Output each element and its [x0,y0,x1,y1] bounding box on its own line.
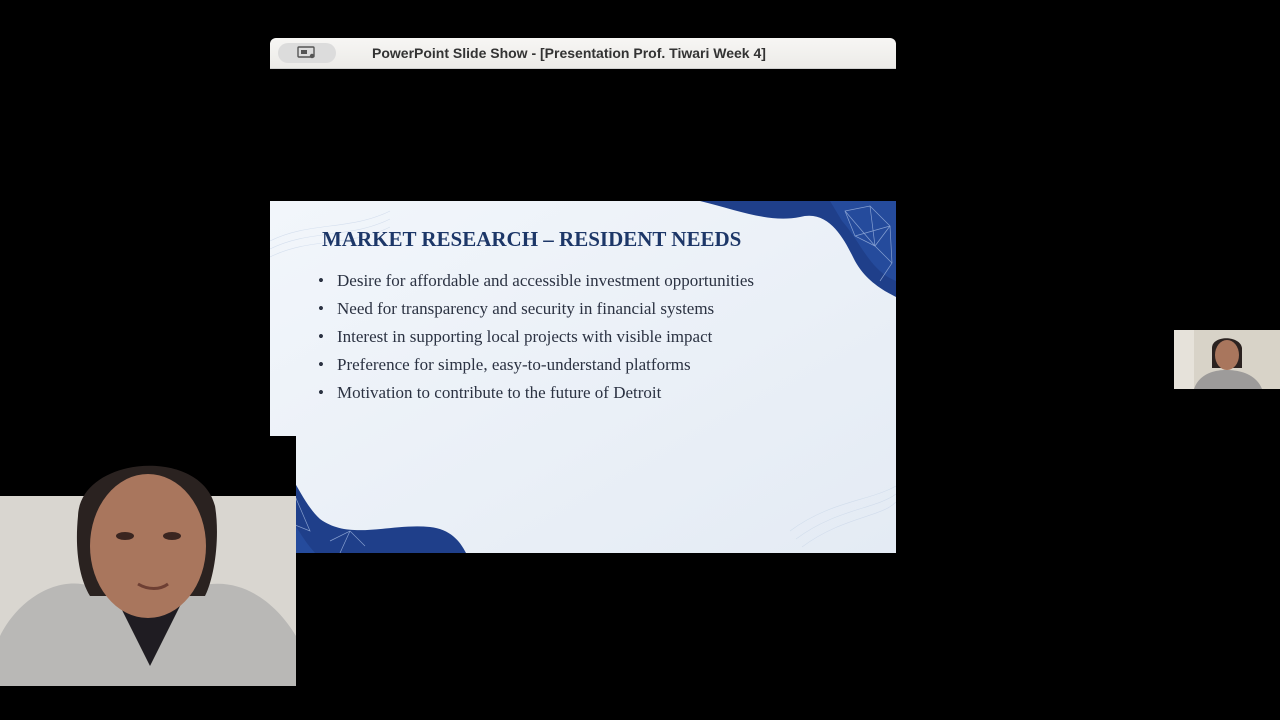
bullet-marker: • [318,383,324,402]
bullet-text: Interest in supporting local projects wi… [337,327,713,346]
bullet-text: Preference for simple, easy-to-understan… [337,355,691,374]
window-title: PowerPoint Slide Show - [Presentation Pr… [372,45,766,61]
slide-bullet-list: • Desire for affordable and accessible in… [318,267,754,407]
bullet-text: Desire for affordable and accessible inv… [337,271,754,290]
bullet-item: • Preference for simple, easy-to-understa… [318,351,754,379]
bullet-text: Need for transparency and security in fi… [337,299,715,318]
bullet-item: • Motivation to contribute to the future … [318,379,754,407]
bullet-marker: • [318,271,324,290]
bullet-marker: • [318,327,324,346]
bullet-item: • Desire for affordable and accessible in… [318,267,754,295]
presenter-video[interactable] [0,436,296,686]
bullet-marker: • [318,355,324,374]
presenter-view-button[interactable] [278,43,336,63]
presenter-view-icon [297,46,315,59]
bullet-marker: • [318,299,324,318]
slide-canvas[interactable]: MARKET RESEARCH – RESIDENT NEEDS • Desire… [270,201,896,553]
bullet-text: Motivation to contribute to the future o… [337,383,662,402]
window-titlebar[interactable]: PowerPoint Slide Show - [Presentation Pr… [270,38,896,69]
bullet-item: • Need for transparency and security in f… [318,295,754,323]
slideshow-window: PowerPoint Slide Show - [Presentation Pr… [270,38,896,685]
slide-heading: MARKET RESEARCH – RESIDENT NEEDS [322,227,742,251]
self-view-video[interactable] [1174,330,1280,389]
presenter-avatar-image [0,436,296,686]
bullet-item: • Interest in supporting local projects w… [318,323,754,351]
self-avatar-image [1174,330,1280,389]
